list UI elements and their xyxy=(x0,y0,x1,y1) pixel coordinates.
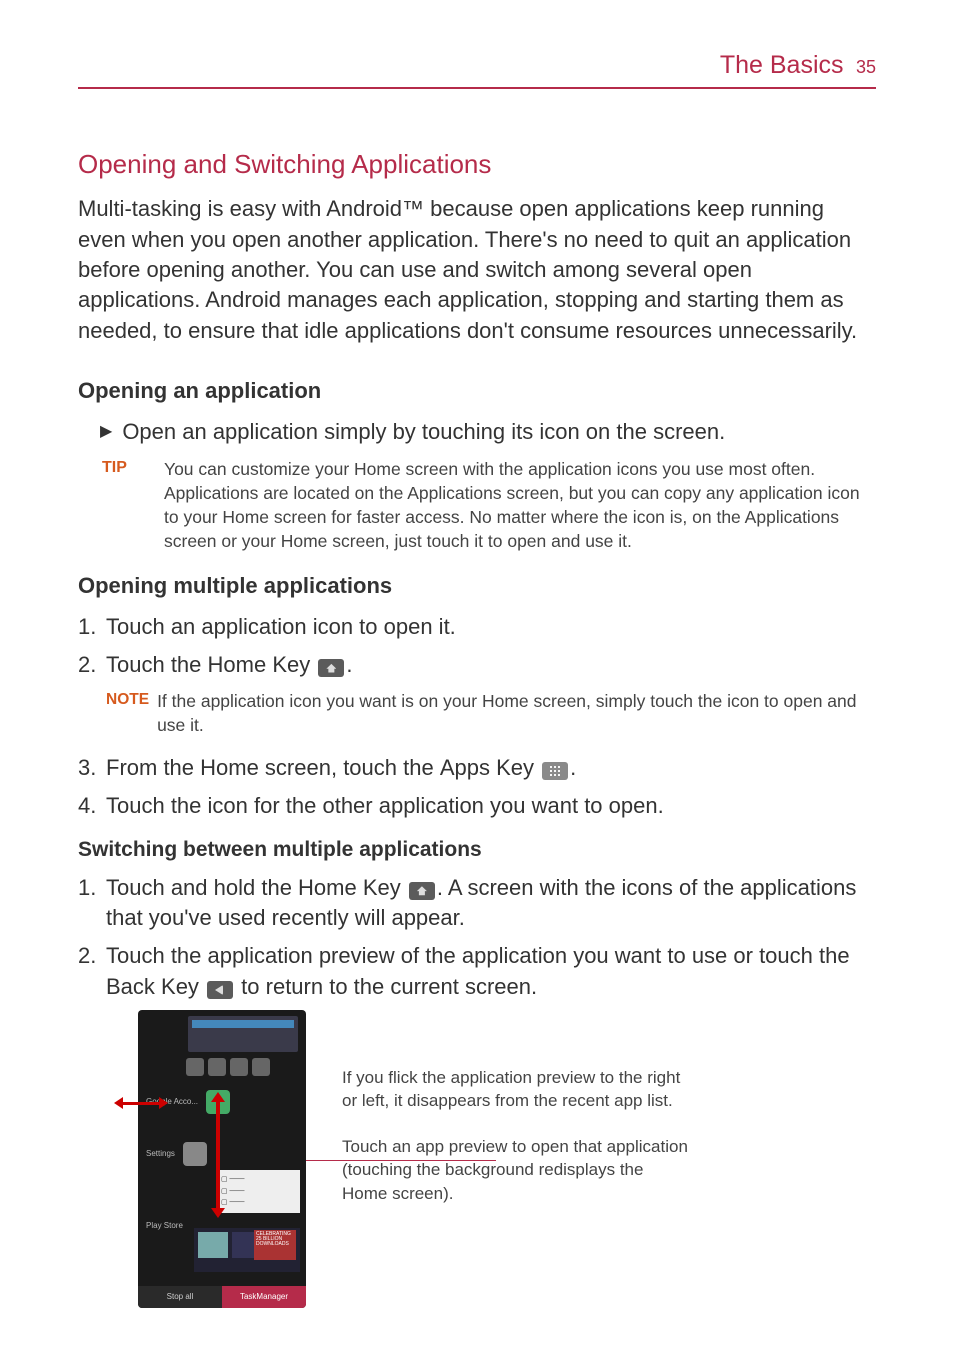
list-text: Touch the Home Key . xyxy=(106,650,352,680)
list-text: Touch an application icon to open it. xyxy=(106,612,456,642)
tip-block: TIP You can customize your Home screen w… xyxy=(102,457,876,554)
home-key-icon xyxy=(318,659,344,677)
list-text: Touch the icon for the other application… xyxy=(106,791,664,821)
home-key-label: Home Key xyxy=(208,652,311,677)
callout-text: If you flick the application preview to … xyxy=(342,1010,692,1308)
figure-area: Google Acco... Settings ▢ ───▢ ───▢ ─── … xyxy=(138,1010,876,1308)
store-preview: CELEBRATING 25 BILLION DOWNLOADS xyxy=(194,1228,300,1272)
triangle-bullet-icon: ▶ xyxy=(100,421,112,451)
list-item-1b: 1. Touch and hold the Home Key . A scree… xyxy=(78,873,876,934)
tip-label: TIP xyxy=(102,457,164,554)
home-key-icon xyxy=(409,882,435,900)
list-text: Touch the application preview of the app… xyxy=(106,941,876,1002)
horizontal-arrow-icon xyxy=(122,1102,160,1105)
apps-key-icon xyxy=(542,762,568,780)
page-header: The Basics 35 xyxy=(78,48,876,89)
promo-badge: CELEBRATING 25 BILLION DOWNLOADS xyxy=(254,1230,296,1260)
figure-wrap: Google Acco... Settings ▢ ───▢ ───▢ ─── … xyxy=(138,1010,306,1308)
phone-screenshot: Google Acco... Settings ▢ ───▢ ───▢ ─── … xyxy=(138,1010,306,1308)
home-key-label: Home Key xyxy=(298,875,401,900)
bullet-text: Open an application simply by touching i… xyxy=(122,417,725,447)
list-item-4: 4. Touch the icon for the other applicat… xyxy=(78,791,876,821)
quick-icons xyxy=(186,1058,270,1076)
callout-2: Touch an app preview to open that applic… xyxy=(342,1135,692,1205)
notification-card xyxy=(188,1016,298,1052)
note-body: If the application icon you want is on y… xyxy=(157,689,876,737)
task-manager-button: TaskManager xyxy=(222,1286,306,1308)
heading-opening-app: Opening an application xyxy=(78,376,876,406)
heading-opening-multiple: Opening multiple applications xyxy=(78,571,876,601)
list-number: 1. xyxy=(78,612,106,642)
list-number: 2. xyxy=(78,650,106,680)
note-label: NOTE xyxy=(106,689,149,737)
apps-key-label: Apps Key xyxy=(440,755,534,780)
tip-body: You can customize your Home screen with … xyxy=(164,457,876,554)
list-item-2: 2. Touch the Home Key . xyxy=(78,650,876,680)
list-item-2b: 2. Touch the application preview of the … xyxy=(78,941,876,1002)
list-text: Touch and hold the Home Key . A screen w… xyxy=(106,873,876,934)
list-number: 2. xyxy=(78,941,106,1002)
intro-paragraph: Multi-tasking is easy with Android™ beca… xyxy=(78,194,876,346)
note-block: NOTE If the application icon you want is… xyxy=(106,689,876,737)
bullet-item: ▶ Open an application simply by touching… xyxy=(100,417,876,447)
list-text: From the Home screen, touch the Apps Key… xyxy=(106,753,576,783)
section-title: The Basics xyxy=(720,51,844,79)
list-number: 1. xyxy=(78,873,106,934)
list-number: 4. xyxy=(78,791,106,821)
bottom-bar: Stop all TaskManager xyxy=(138,1286,306,1308)
list-item-1: 1. Touch an application icon to open it. xyxy=(78,612,876,642)
settings-preview: ▢ ───▢ ───▢ ─── xyxy=(218,1170,300,1213)
recent-app-row: Settings xyxy=(146,1142,298,1166)
heading-main: Opening and Switching Applications xyxy=(78,147,876,183)
heading-switching: Switching between multiple applications xyxy=(78,836,876,865)
callout-leader-line xyxy=(306,1160,496,1161)
stop-all-button: Stop all xyxy=(138,1286,222,1308)
list-item-3: 3. From the Home screen, touch the Apps … xyxy=(78,753,876,783)
back-key-icon xyxy=(207,981,233,999)
page-number: 35 xyxy=(856,57,876,77)
back-key-label: Back Key xyxy=(106,974,199,999)
list-number: 3. xyxy=(78,753,106,783)
vertical-arrow-icon xyxy=(216,1100,220,1210)
callout-1: If you flick the application preview to … xyxy=(342,1066,692,1113)
